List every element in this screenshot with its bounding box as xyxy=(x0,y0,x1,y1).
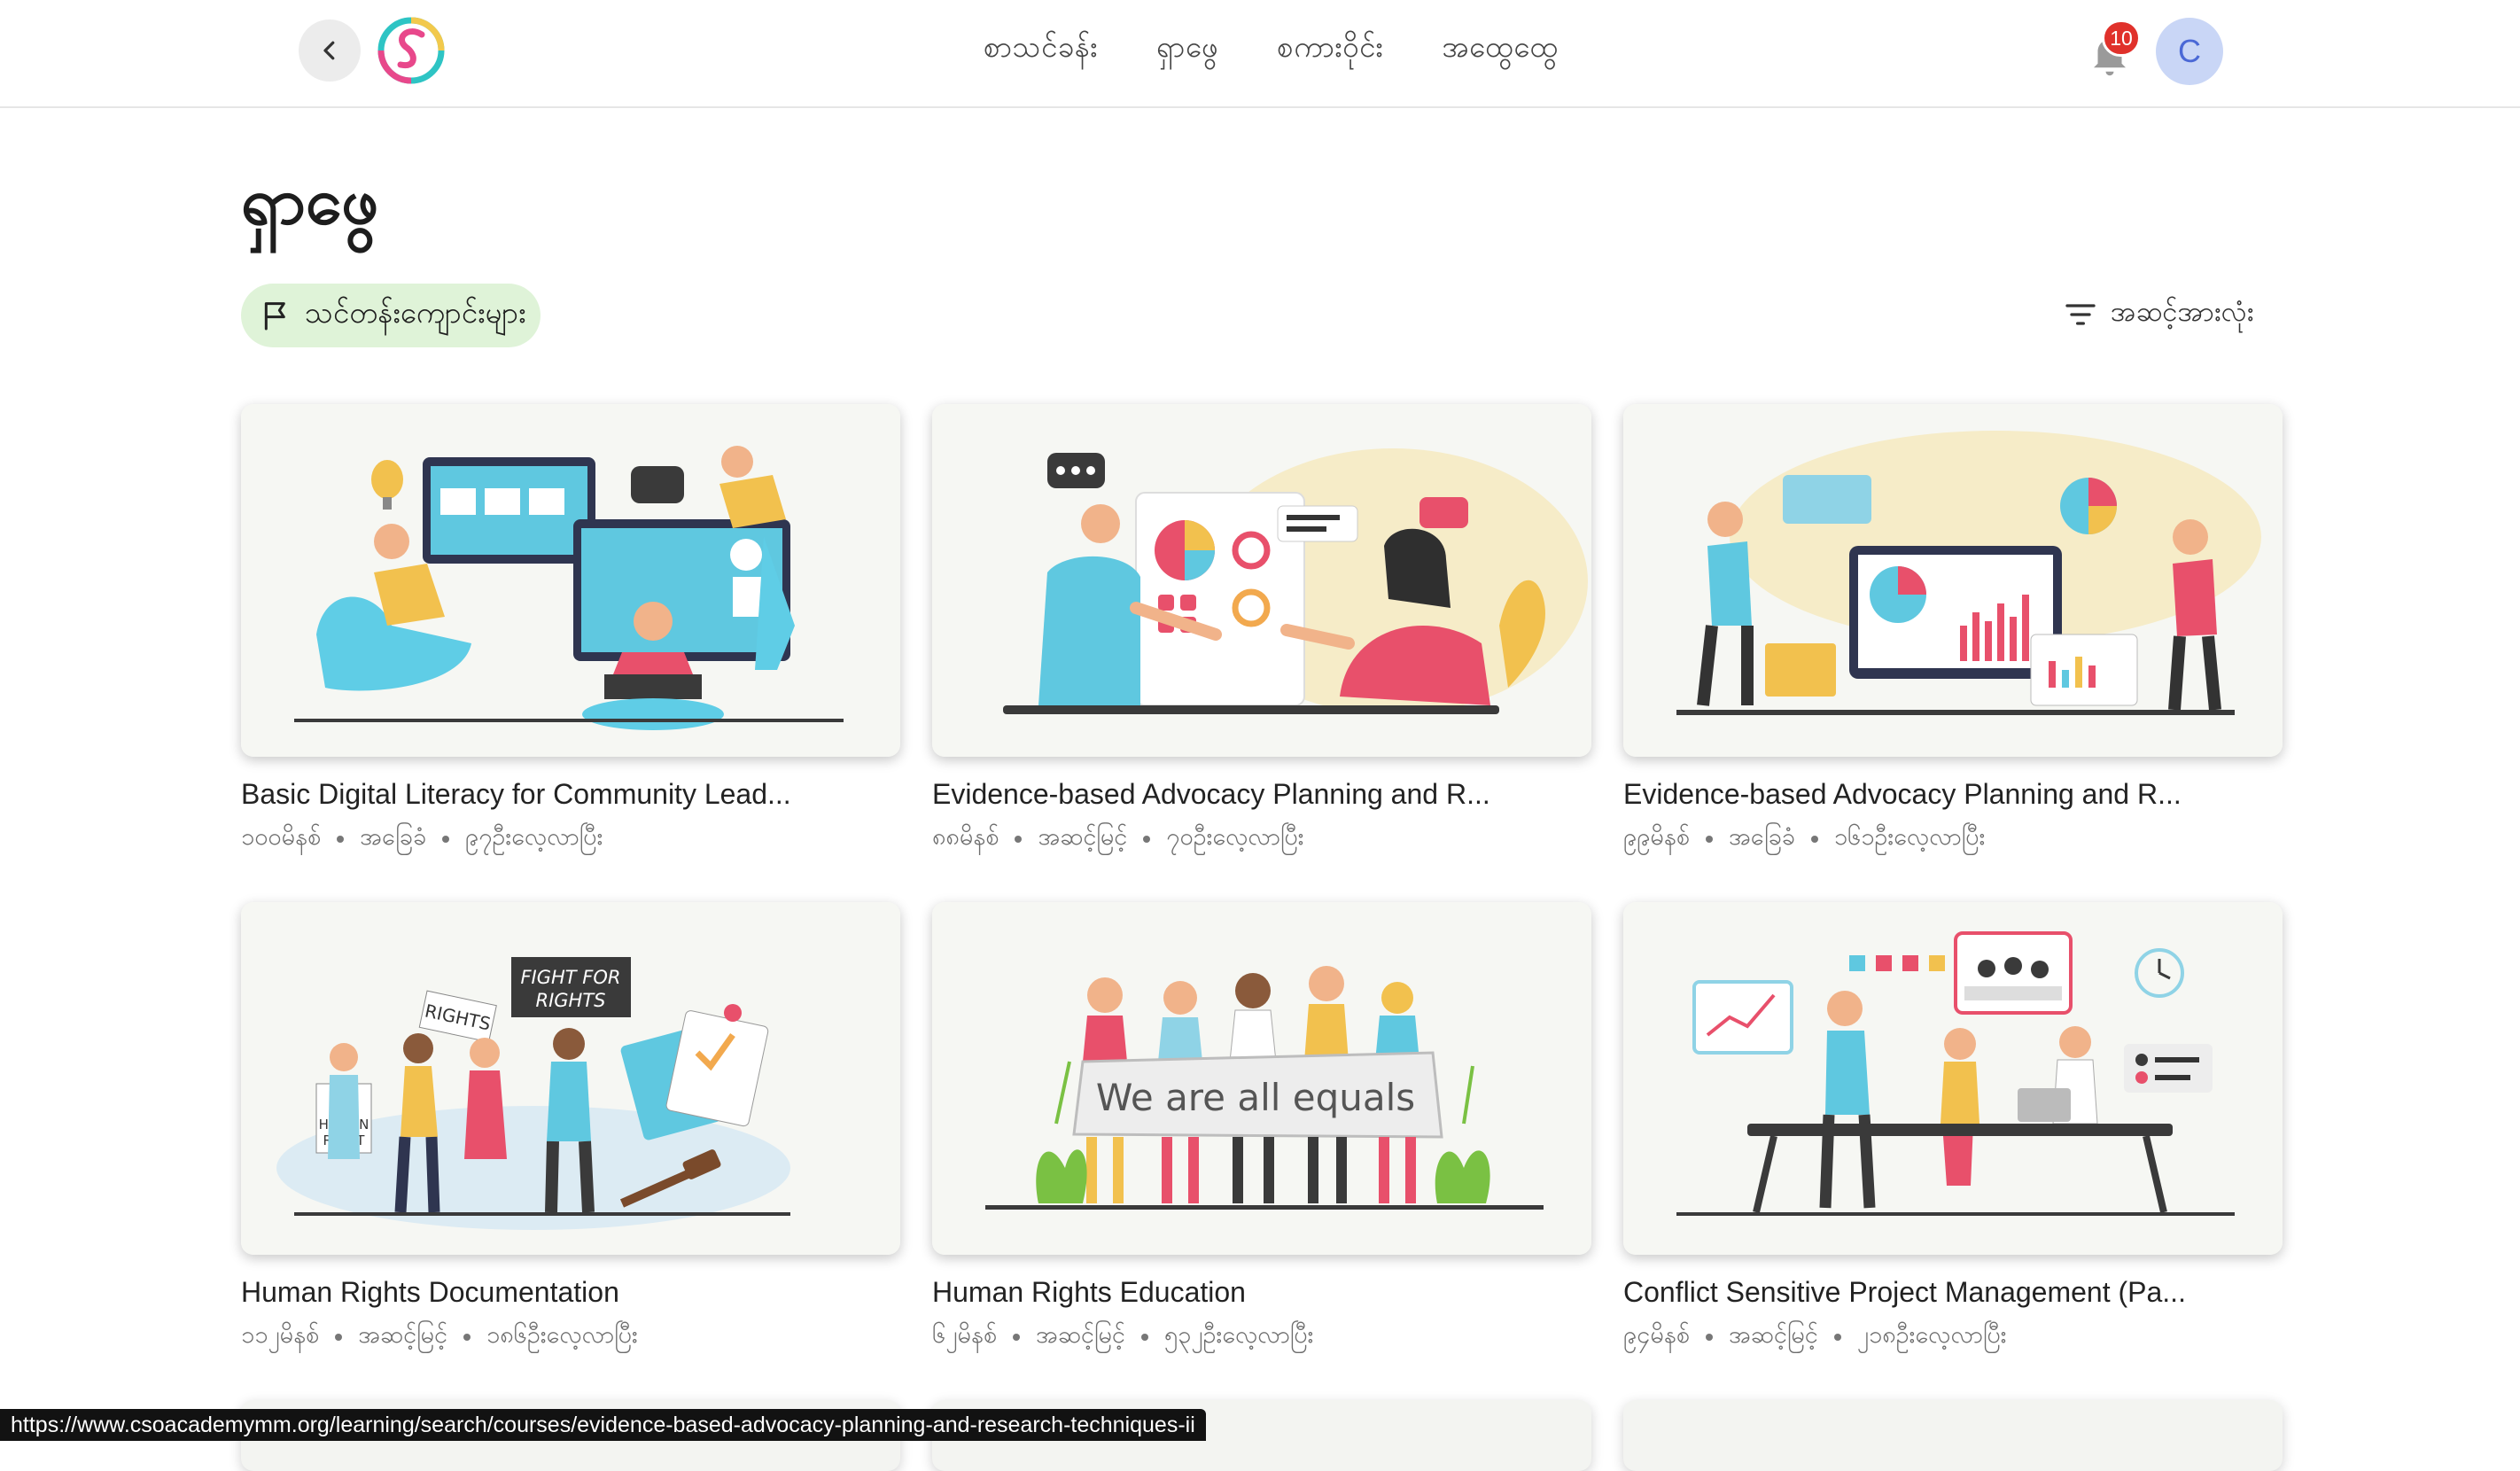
course-learners: ၉၇ဦးလေ့လာပြီး xyxy=(465,823,603,850)
course-meta: ၈၈မိနစ် အဆင့်မြင့် ၇၀ဦးလေ့လာပြီး xyxy=(932,821,1591,857)
course-title[interactable]: Human Rights Documentation xyxy=(241,1276,900,1309)
course-learners: ၅၃၂ဦးလေ့လာပြီး xyxy=(1163,1321,1314,1348)
nav-general[interactable]: အထွေထွေ xyxy=(1442,28,1558,72)
course-card[interactable]: Evidence-based Advocacy Planning and R..… xyxy=(932,404,1591,857)
nav-search[interactable]: ရှာဖွေ xyxy=(1156,28,1218,72)
filter-chip-label: သင်တန်းကျောင်းများ xyxy=(305,295,526,329)
human-rights-education-illustration: We are all equals xyxy=(932,902,1591,1255)
filter-icon xyxy=(2065,304,2096,325)
top-header: စာသင်ခန်း ရှာဖွေ စကားဝိုင်း အထွေထွေ 10 C xyxy=(0,0,2520,108)
page-title: ရှာဖွေ xyxy=(241,164,379,237)
course-title[interactable]: Human Rights Education xyxy=(932,1276,1591,1309)
meta-separator xyxy=(1015,836,1023,843)
meta-separator xyxy=(337,836,345,843)
course-level: အဆင့်မြင့် xyxy=(358,1321,448,1348)
course-meta: ၁၀၀မိနစ် အခြေခံ ၉၇ဦးလေ့လာပြီး xyxy=(241,821,900,857)
meta-separator xyxy=(1833,1334,1841,1341)
digital-literacy-illustration xyxy=(241,404,900,757)
meta-separator xyxy=(1013,1334,1021,1341)
meta-separator xyxy=(1143,836,1151,843)
course-title[interactable]: Basic Digital Literacy for Community Lea… xyxy=(241,778,900,811)
course-duration: ၉၉မိနစ် xyxy=(1623,823,1690,850)
user-avatar[interactable]: C xyxy=(2156,18,2223,85)
course-level: အခြေခံ xyxy=(360,823,427,850)
course-title[interactable]: Evidence-based Advocacy Planning and R..… xyxy=(932,778,1591,811)
advocacy-research-illustration xyxy=(1623,404,2283,757)
back-button[interactable] xyxy=(299,19,361,82)
course-meta: ၉၉မိနစ် အခြေခံ ၁၆၁ဦးလေ့လာပြီး xyxy=(1623,821,2283,857)
course-card[interactable]: We are all equals Human Rights Education… xyxy=(932,902,1591,1355)
nav-classroom[interactable]: စာသင်ခန်း xyxy=(984,28,1098,72)
course-meta: ၁၁၂မိနစ် အဆင့်မြင့် ၁၈၆ဦးလေ့လာပြီး xyxy=(241,1319,900,1355)
course-learners: ၁၈၆ဦးလေ့လာပြီး xyxy=(486,1321,638,1348)
course-level: အဆင့်မြင့် xyxy=(1036,1321,1125,1348)
nav-discussion[interactable]: စကားဝိုင်း xyxy=(1277,28,1383,72)
course-thumbnail xyxy=(1623,902,2283,1255)
course-learners: ၇၀ဦးလေ့လာပြီး xyxy=(1166,823,1304,850)
main-nav: စာသင်ခန်း ရှာဖွေ စကားဝိုင်း အထွေထွေ xyxy=(984,0,1559,99)
sign-fight-for-rights: RIGHTS xyxy=(535,990,605,1011)
course-duration: ၈၈မိနစ် xyxy=(932,823,999,850)
level-filter-label: အဆင့်အားလုံး xyxy=(2111,296,2254,327)
course-level: အဆင့်မြင့် xyxy=(1728,1321,1818,1348)
meta-separator xyxy=(1810,836,1818,843)
course-title[interactable]: Conflict Sensitive Project Management (P… xyxy=(1623,1276,2283,1309)
course-thumbnail: FIGHT FOR RIGHTS RIGHTS HUMAN RIGHT xyxy=(241,902,900,1255)
flag-icon xyxy=(264,302,285,331)
course-level: အဆင့်မြင့် xyxy=(1038,823,1128,850)
course-card[interactable]: FIGHT FOR RIGHTS RIGHTS HUMAN RIGHT xyxy=(241,902,900,1355)
course-learners: ၁၆၁ဦးလေ့လာပြီး xyxy=(1833,823,1986,850)
level-filter-button[interactable]: အဆင့်အားလုံး xyxy=(2063,294,2254,335)
meta-separator xyxy=(442,836,450,843)
status-bar-url: https://www.csoacademymm.org/learning/se… xyxy=(0,1409,1206,1441)
course-duration: ၁၀၀မိနစ် xyxy=(241,823,322,850)
meta-separator xyxy=(1705,836,1713,843)
advocacy-planning-illustration xyxy=(932,404,1591,757)
meta-separator xyxy=(1705,1334,1713,1341)
meta-separator xyxy=(335,1334,343,1341)
course-card[interactable]: Evidence-based Advocacy Planning and R..… xyxy=(1623,404,2283,857)
course-thumbnail xyxy=(241,404,900,757)
conflict-project-management-illustration xyxy=(1623,902,2283,1255)
notification-badge: 10 xyxy=(2102,19,2141,57)
course-level: အခြေခံ xyxy=(1728,823,1795,850)
course-thumbnail: We are all equals xyxy=(932,902,1591,1255)
logo-icon[interactable] xyxy=(376,15,447,86)
meta-separator xyxy=(463,1334,471,1341)
course-title[interactable]: Evidence-based Advocacy Planning and R..… xyxy=(1623,778,2283,811)
course-thumbnail xyxy=(1623,404,2283,757)
category-filter-chip[interactable]: သင်တန်းကျောင်းများ xyxy=(241,284,541,347)
sign-fight-for-rights: FIGHT FOR xyxy=(520,967,620,988)
course-duration: ၆၂မိနစ် xyxy=(932,1321,998,1348)
chevron-left-icon xyxy=(323,41,335,60)
course-meta: ၆၂မိနစ် အဆင့်မြင့် ၅၃၂ဦးလေ့လာပြီး xyxy=(932,1319,1591,1355)
course-duration: ၉၄မိနစ် xyxy=(1623,1321,1690,1348)
course-duration: ၁၁၂မိနစ် xyxy=(241,1321,320,1348)
course-learners: ၂၁၈ဦးလေ့လာပြီး xyxy=(1856,1321,2007,1348)
course-meta: ၉၄မိနစ် အဆင့်မြင့် ၂၁၈ဦးလေ့လာပြီး xyxy=(1623,1319,2283,1355)
course-card[interactable]: Conflict Sensitive Project Management (P… xyxy=(1623,902,2283,1355)
course-card[interactable]: Basic Digital Literacy for Community Lea… xyxy=(241,404,900,857)
course-card-partial[interactable] xyxy=(1623,1400,2283,1471)
banner-text: We are all equals xyxy=(1096,1076,1415,1119)
meta-separator xyxy=(1140,1334,1148,1341)
course-thumbnail xyxy=(932,404,1591,757)
human-rights-documentation-illustration: FIGHT FOR RIGHTS RIGHTS HUMAN RIGHT xyxy=(241,902,900,1255)
